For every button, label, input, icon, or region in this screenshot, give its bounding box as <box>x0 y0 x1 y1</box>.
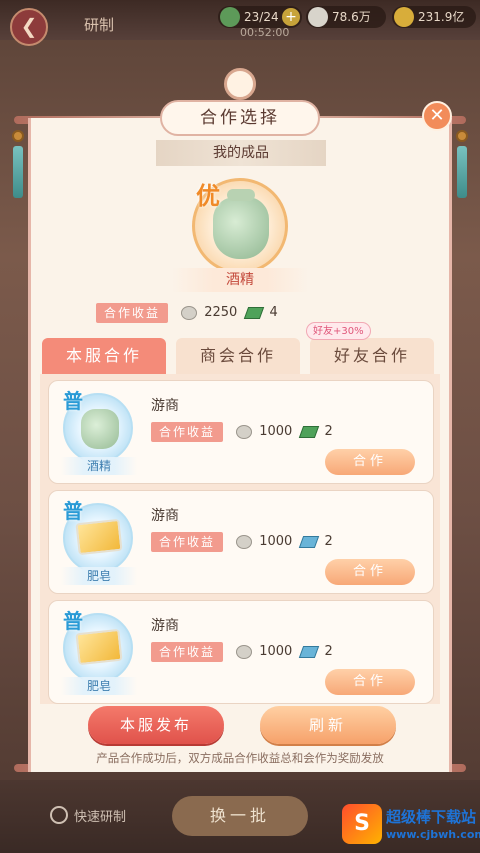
soap-icon <box>75 628 123 666</box>
tassel-right <box>456 130 468 210</box>
add-energy-button[interactable]: + <box>282 8 300 26</box>
close-button[interactable]: ✕ <box>422 101 452 131</box>
gold-icon <box>394 7 414 27</box>
dialog-title: 合作选择 <box>160 100 320 136</box>
product-grade-badge: 优 <box>196 181 220 210</box>
offer-grade-badge: 普 <box>63 389 83 413</box>
offer-income: 合作收益 1000 2 <box>151 421 337 442</box>
offer-income: 合作收益 1000 2 <box>151 641 337 662</box>
silver-icon <box>236 424 253 439</box>
gem-amount: 2 <box>324 534 333 549</box>
gem-amount: 2 <box>324 644 333 659</box>
income-label: 合作收益 <box>151 642 224 662</box>
silver-icon <box>181 305 198 320</box>
silver-icon <box>308 7 328 27</box>
site-logo-icon: S <box>342 804 382 844</box>
offer-grade-badge: 普 <box>63 499 83 523</box>
offer-income: 合作收益 1000 2 <box>151 531 337 552</box>
swap-batch-button[interactable]: 换一批 <box>172 796 308 836</box>
energy-icon <box>220 7 240 27</box>
gold-counter: 231.9亿 <box>392 6 476 28</box>
cooperate-button[interactable]: 合作 <box>325 669 415 695</box>
income-label: 合作收益 <box>151 422 224 442</box>
reward-note: 产品合作成功后，双方成品合作收益总和会作为奖励发放 <box>96 751 384 765</box>
cooperate-button[interactable]: 合作 <box>325 559 415 585</box>
partner-name: 游商 <box>151 398 179 414</box>
silver-amount: 1000 <box>259 534 293 549</box>
publish-button[interactable]: 本服发布 <box>88 706 224 744</box>
cooperate-button[interactable]: 合作 <box>325 449 415 475</box>
tassel-left <box>12 130 24 210</box>
my-product-heading: 我的成品 <box>156 140 326 166</box>
wine-jar-icon <box>81 409 119 449</box>
income-label: 合作收益 <box>96 303 169 323</box>
offer-card: 普 肥皂 游商 合作收益 1000 2 合作 <box>48 490 434 594</box>
offer-item-name: 肥皂 <box>61 677 137 695</box>
offer-card: 普 肥皂 游商 合作收益 1000 2 合作 <box>48 600 434 704</box>
gem-icon <box>299 645 320 658</box>
close-icon: ✕ <box>429 105 445 126</box>
watermark-title: 超级棒下载站 <box>386 808 477 826</box>
product-income: 合作收益 2250 4 <box>96 302 282 324</box>
gem-amount: 2 <box>324 424 333 439</box>
soap-icon <box>75 518 123 556</box>
silver-icon <box>236 534 253 549</box>
back-arrow-icon: ❮ <box>20 14 38 38</box>
offer-card: 普 酒精 游商 合作收益 1000 2 合作 <box>48 380 434 484</box>
site-watermark: S 超级棒下载站 www.cjbwh.com <box>336 800 480 852</box>
watermark-url: www.cjbwh.com <box>386 828 480 841</box>
energy-counter: 23/24 + <box>218 6 302 28</box>
tab-guild-cooperation[interactable]: 商会合作 <box>176 338 300 374</box>
offer-item-name: 酒精 <box>61 457 137 475</box>
tab-server-cooperation[interactable]: 本服合作 <box>42 338 166 374</box>
refresh-button[interactable]: 刷新 <box>260 706 396 744</box>
silver-amount: 2250 <box>204 305 238 320</box>
page-title: 研制 <box>84 16 115 34</box>
gem-icon <box>299 425 320 438</box>
tab-friend-cooperation[interactable]: 好友合作 <box>310 338 434 374</box>
quick-craft-toggle[interactable]: 快速研制 <box>50 806 126 825</box>
friend-bonus-badge: 好友+30% <box>306 322 371 340</box>
offer-item-name: 肥皂 <box>61 567 137 585</box>
silver-icon <box>236 644 253 659</box>
income-label: 合作收益 <box>151 532 224 552</box>
wine-jar-icon <box>213 189 269 259</box>
partner-name: 游商 <box>151 508 179 524</box>
silver-counter: 78.6万 <box>306 6 386 28</box>
partner-name: 游商 <box>151 618 179 634</box>
silver-amount: 1000 <box>259 644 293 659</box>
silver-amount: 1000 <box>259 424 293 439</box>
checkbox-icon <box>50 806 68 824</box>
gem-icon <box>244 306 265 319</box>
back-button[interactable]: ❮ <box>10 8 48 46</box>
gem-amount: 4 <box>269 305 278 320</box>
product-name: 酒精 <box>172 268 308 292</box>
offer-grade-badge: 普 <box>63 609 83 633</box>
timer: 00:52:00 <box>240 26 290 39</box>
title-ornament-icon <box>224 68 256 100</box>
gem-icon <box>299 535 320 548</box>
